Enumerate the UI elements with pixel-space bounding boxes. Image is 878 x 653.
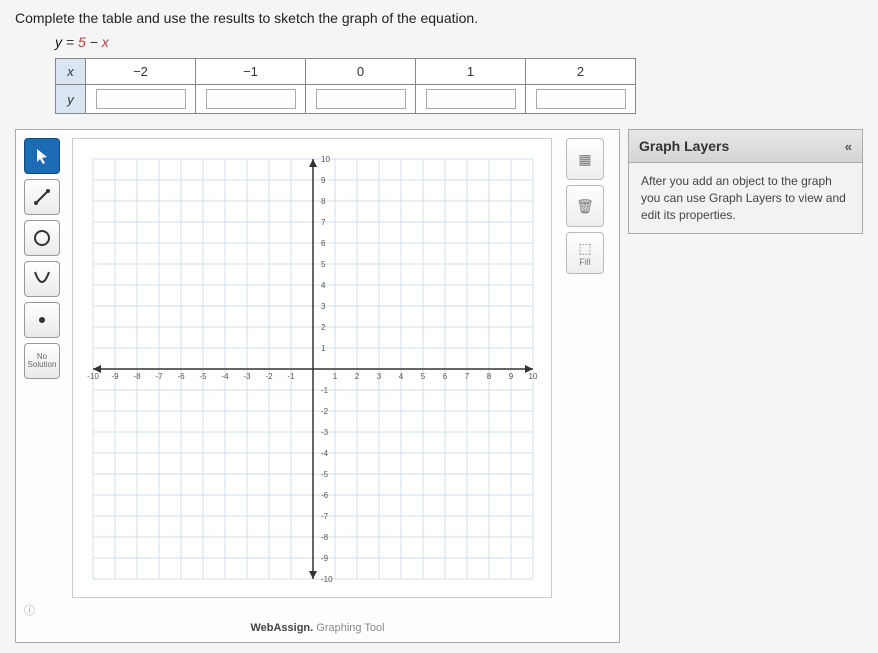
eq-var: x [102, 34, 109, 50]
brand-suffix: Graphing Tool [313, 622, 384, 634]
graph-layers-title: Graph Layers [639, 138, 729, 154]
fill-label: Fill [579, 257, 591, 267]
svg-text:8: 8 [321, 197, 326, 206]
fill-icon: ⬚ [578, 240, 591, 257]
line-icon [34, 189, 50, 205]
svg-text:1: 1 [333, 372, 338, 381]
svg-text:-3: -3 [243, 372, 251, 381]
trash-icon: 🗑 [576, 198, 594, 215]
svg-text:-8: -8 [133, 372, 141, 381]
y-header: y [56, 85, 86, 114]
svg-text:5: 5 [321, 260, 326, 269]
xy-table: x −2 −1 0 1 2 y [55, 58, 636, 114]
helper-row: ⓘ [24, 602, 611, 618]
point-icon [37, 315, 47, 325]
svg-text:-6: -6 [321, 491, 329, 500]
svg-text:1: 1 [321, 344, 326, 353]
x-cell: 1 [416, 59, 526, 85]
svg-text:4: 4 [321, 281, 326, 290]
svg-text:-6: -6 [177, 372, 185, 381]
x-cell: −1 [196, 59, 306, 85]
x-cell: 0 [306, 59, 416, 85]
question-prompt: Complete the table and use the results t… [15, 10, 863, 26]
x-header: x [56, 59, 86, 85]
svg-text:5: 5 [421, 372, 426, 381]
svg-text:-2: -2 [321, 407, 329, 416]
circle-tool[interactable] [24, 220, 60, 256]
svg-text:3: 3 [321, 302, 326, 311]
graph-layers-header[interactable]: Graph Layers « [628, 129, 863, 163]
svg-text:-8: -8 [321, 533, 329, 542]
svg-text:-1: -1 [287, 372, 295, 381]
tool-palette: No Solution [24, 138, 64, 598]
svg-text:2: 2 [321, 323, 326, 332]
svg-text:-2: -2 [265, 372, 273, 381]
y-input-1[interactable] [206, 89, 296, 109]
svg-text:-4: -4 [221, 372, 229, 381]
canvas-side-buttons: ▦ 🗑 ⬚ Fill [566, 138, 608, 598]
help-icon[interactable]: ⓘ [24, 602, 35, 618]
svg-text:3: 3 [377, 372, 382, 381]
eq-mid: − [90, 34, 102, 50]
graph-area: No Solution -10 -9 -8 -7 -6 -5 -4 -3 -2 -1 1 2 3 4 5 6 7… [15, 129, 863, 643]
svg-text:10: 10 [321, 155, 330, 164]
svg-text:10: 10 [529, 372, 538, 381]
svg-text:4: 4 [399, 372, 404, 381]
no-solution-tool[interactable]: No Solution [24, 343, 60, 379]
svg-text:-9: -9 [321, 554, 329, 563]
svg-text:-5: -5 [199, 372, 207, 381]
svg-text:8: 8 [487, 372, 492, 381]
graphing-tool: No Solution -10 -9 -8 -7 -6 -5 -4 -3 -2 -1 1 2 3 4 5 6 7… [15, 129, 620, 643]
svg-text:9: 9 [321, 176, 326, 185]
svg-text:-9: -9 [111, 372, 119, 381]
svg-text:7: 7 [465, 372, 470, 381]
eq-lhs: y [55, 34, 62, 50]
y-input-0[interactable] [96, 89, 186, 109]
circle-icon [33, 229, 51, 247]
y-input-3[interactable] [426, 89, 516, 109]
svg-text:6: 6 [321, 239, 326, 248]
svg-text:-5: -5 [321, 470, 329, 479]
svg-text:-10: -10 [87, 372, 99, 381]
brand-name: WebAssign. [250, 622, 313, 634]
grid-svg: -10 -9 -8 -7 -6 -5 -4 -3 -2 -1 1 2 3 4 5 6 7 8 9 10 1 2 3 4 5 6 7 8… [73, 139, 553, 599]
svg-text:2: 2 [355, 372, 360, 381]
svg-text:-10: -10 [321, 575, 333, 584]
x-cell: −2 [86, 59, 196, 85]
colors-button[interactable]: ▦ [566, 138, 604, 180]
y-input-2[interactable] [316, 89, 406, 109]
svg-text:-1: -1 [321, 386, 329, 395]
graph-layers-panel: Graph Layers « After you add an object t… [628, 129, 863, 234]
parabola-tool[interactable] [24, 261, 60, 297]
point-tool[interactable] [24, 302, 60, 338]
eq-op: = [66, 34, 78, 50]
svg-text:-4: -4 [321, 449, 329, 458]
colors-icon: ▦ [578, 151, 591, 168]
graph-canvas[interactable]: -10 -9 -8 -7 -6 -5 -4 -3 -2 -1 1 2 3 4 5 6 7 8 9 10 1 2 3 4 5 6 7 8… [72, 138, 552, 598]
collapse-icon[interactable]: « [845, 139, 852, 154]
svg-text:-3: -3 [321, 428, 329, 437]
graph-layers-hint: After you add an object to the graph you… [628, 163, 863, 234]
y-input-4[interactable] [536, 89, 626, 109]
svg-text:-7: -7 [155, 372, 163, 381]
svg-text:7: 7 [321, 218, 326, 227]
svg-text:6: 6 [443, 372, 448, 381]
tool-brand: WebAssign. Graphing Tool [24, 622, 611, 634]
equation: y = 5 − x [55, 34, 863, 50]
pointer-tool[interactable] [24, 138, 60, 174]
x-cell: 2 [526, 59, 636, 85]
line-tool[interactable] [24, 179, 60, 215]
fill-button[interactable]: ⬚ Fill [566, 232, 604, 274]
eq-const: 5 [78, 34, 86, 50]
pointer-icon [34, 148, 50, 164]
parabola-icon [33, 270, 51, 288]
svg-text:-7: -7 [321, 512, 329, 521]
delete-button[interactable]: 🗑 [566, 185, 604, 227]
svg-text:9: 9 [509, 372, 514, 381]
